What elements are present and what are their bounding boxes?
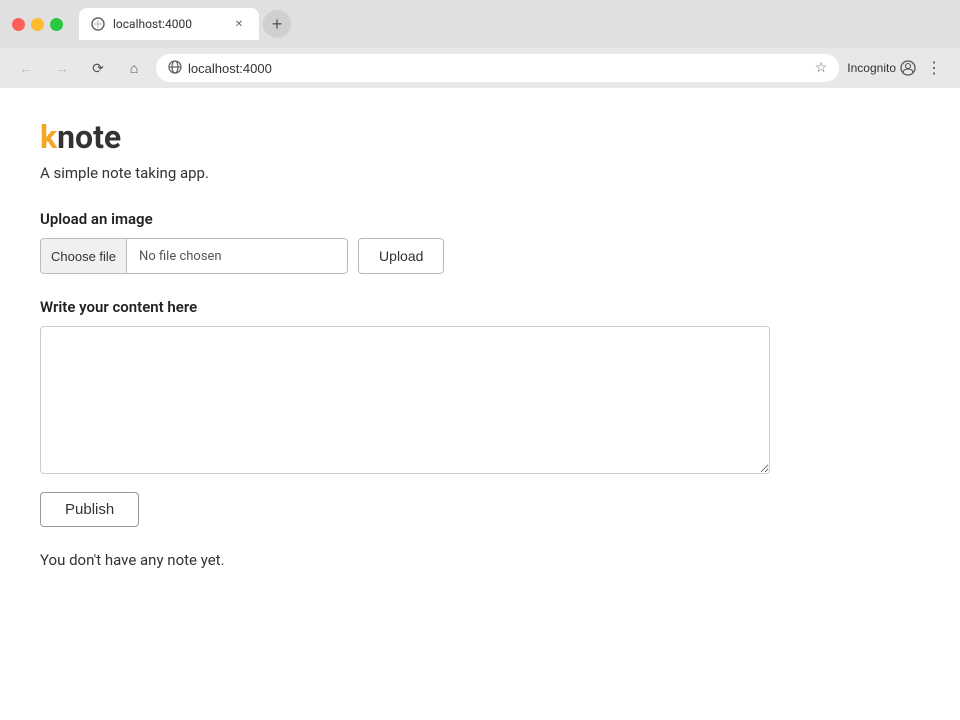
browser-chrome: localhost:4000 ✕ + ← → ⟳ ⌂ ☆ Incognito: [0, 0, 960, 88]
browser-titlebar: localhost:4000 ✕ +: [0, 0, 960, 48]
page-content: knote A simple note taking app. Upload a…: [0, 88, 960, 720]
publish-button[interactable]: Publish: [40, 492, 139, 527]
upload-section: Upload an image Choose file No file chos…: [40, 210, 920, 274]
empty-state-text: You don't have any note yet.: [40, 551, 920, 569]
tab-title: localhost:4000: [113, 17, 223, 31]
content-section: Write your content here: [40, 298, 920, 474]
file-input-wrapper: Choose file No file chosen: [40, 238, 348, 274]
address-input[interactable]: [188, 61, 809, 76]
reload-button[interactable]: ⟳: [84, 54, 112, 82]
back-button[interactable]: ←: [12, 54, 40, 82]
upload-row: Choose file No file chosen Upload: [40, 238, 920, 274]
new-tab-button[interactable]: +: [263, 10, 291, 38]
app-tagline: A simple note taking app.: [40, 164, 920, 182]
tab-close-icon[interactable]: ✕: [231, 16, 247, 32]
more-options-button[interactable]: ⋮: [920, 54, 948, 82]
close-button[interactable]: [12, 18, 25, 31]
active-tab[interactable]: localhost:4000 ✕: [79, 8, 259, 40]
address-bar[interactable]: ☆: [156, 54, 839, 82]
profile-icon: [900, 60, 916, 76]
tab-favicon-icon: [91, 17, 105, 31]
content-textarea[interactable]: [40, 326, 770, 474]
profile-label: Incognito: [847, 61, 896, 75]
upload-label: Upload an image: [40, 210, 920, 228]
minimize-button[interactable]: [31, 18, 44, 31]
tab-bar: localhost:4000 ✕ +: [71, 8, 299, 40]
app-logo: knote: [40, 118, 920, 156]
bookmark-icon[interactable]: ☆: [815, 60, 828, 76]
home-button[interactable]: ⌂: [120, 54, 148, 82]
browser-toolbar: ← → ⟳ ⌂ ☆ Incognito: [0, 48, 960, 88]
upload-button[interactable]: Upload: [358, 238, 444, 274]
file-name-display: No file chosen: [127, 249, 347, 264]
toolbar-right: Incognito ⋮: [847, 54, 948, 82]
window-controls: [12, 18, 63, 31]
forward-button[interactable]: →: [48, 54, 76, 82]
choose-file-button[interactable]: Choose file: [41, 238, 127, 274]
content-label: Write your content here: [40, 298, 920, 316]
globe-icon: [168, 60, 182, 77]
maximize-button[interactable]: [50, 18, 63, 31]
logo-k-letter: k: [40, 118, 57, 156]
profile-button[interactable]: Incognito: [847, 60, 916, 76]
logo-note-text: note: [57, 118, 121, 156]
